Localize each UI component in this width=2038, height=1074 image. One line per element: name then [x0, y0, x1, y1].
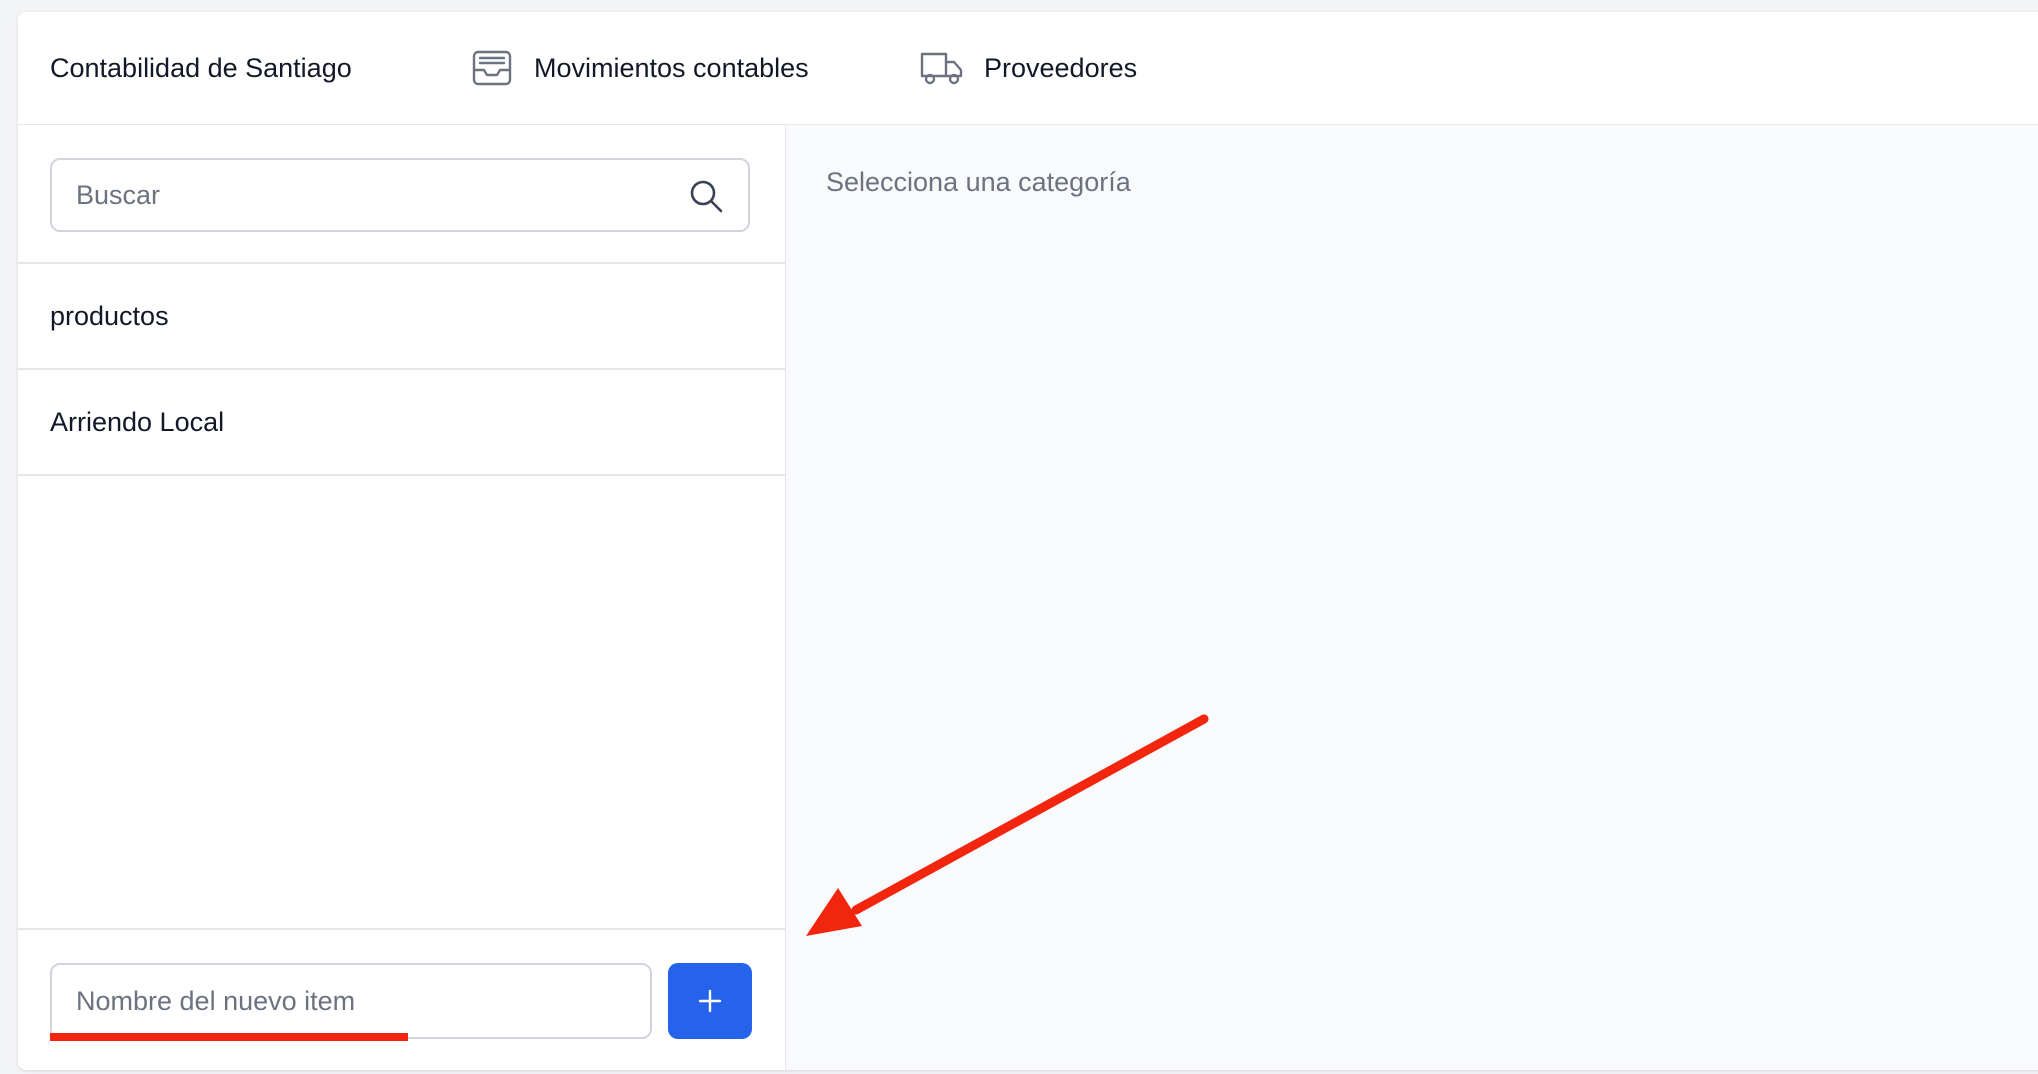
- nav-item-movimientos-contables[interactable]: Movimientos contables: [472, 12, 809, 124]
- search-box[interactable]: [50, 158, 750, 232]
- annotation-underline: [50, 1033, 408, 1041]
- app-window: Contabilidad de Santiago Movimientos con…: [18, 12, 2038, 1070]
- new-item-bar: [18, 928, 785, 1070]
- search-input[interactable]: [76, 160, 656, 230]
- nav-item-proveedores[interactable]: Proveedores: [920, 12, 1137, 124]
- main-content: Selecciona una categoría: [786, 125, 2038, 1070]
- list-item[interactable]: productos: [18, 264, 785, 368]
- nav-item-label: Movimientos contables: [534, 52, 809, 83]
- new-item-input[interactable]: [50, 963, 652, 1039]
- empty-state-message: Selecciona una categoría: [826, 167, 1131, 197]
- search-icon[interactable]: [688, 178, 724, 214]
- top-navigation: Contabilidad de Santiago Movimientos con…: [18, 12, 2038, 125]
- list-item[interactable]: Arriendo Local: [18, 370, 785, 474]
- add-item-button[interactable]: [668, 963, 752, 1039]
- category-sidebar: productos Arriendo Local: [18, 125, 786, 1070]
- inbox-tray-icon: [472, 50, 512, 86]
- divider: [18, 474, 785, 476]
- app-title: Contabilidad de Santiago: [50, 53, 352, 83]
- plus-icon: [668, 988, 752, 1014]
- truck-icon: [920, 50, 964, 86]
- nav-item-label: Proveedores: [984, 52, 1138, 83]
